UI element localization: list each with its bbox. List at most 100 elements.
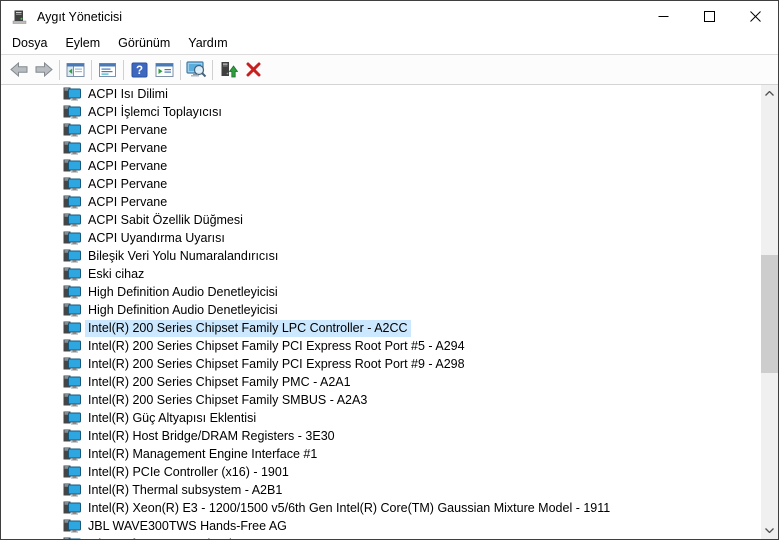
minimize-icon [658, 16, 668, 17]
toolbar-separator [91, 59, 92, 80]
device-tree-item[interactable]: Intel(R) 200 Series Chipset Family LPC C… [1, 319, 761, 337]
system-device-icon [63, 105, 81, 119]
properties-button[interactable] [95, 57, 120, 82]
device-tree-item[interactable]: Intel(R) Güç Altyapısı Eklentisi [1, 409, 761, 427]
device-tree-item[interactable]: Intel(R) 200 Series Chipset Family PMC -… [1, 373, 761, 391]
scroll-up-button[interactable] [761, 85, 778, 102]
device-tree-item[interactable]: Intel(R) PCIe Controller (x16) - 1901 [1, 463, 761, 481]
device-label: High Definition Audio Denetleyicisi [88, 284, 278, 299]
device-tree-item[interactable]: ACPI Pervane [1, 193, 761, 211]
toolbar-separator [180, 59, 181, 80]
device-label: Intel(R) 200 Series Chipset Family PCI E… [88, 356, 465, 371]
maximize-icon [703, 11, 715, 22]
device-tree-item[interactable]: Intel(R) 200 Series Chipset Family PCI E… [1, 355, 761, 373]
device-label: Microsoft ACPI-Uyumlu Sistem [85, 536, 262, 540]
back-button[interactable] [6, 57, 31, 82]
system-device-icon [63, 141, 81, 155]
system-device-icon [63, 501, 81, 515]
help-icon: ? [131, 62, 148, 77]
device-tree-item[interactable]: ACPI Sabit Özellik Düğmesi [1, 211, 761, 229]
uninstall-x-icon [246, 62, 261, 77]
svg-text:?: ? [136, 65, 143, 77]
back-arrow-icon [9, 62, 27, 77]
device-manager-window: Aygıt Yöneticisi Dosya Eylem Görünüm Yar… [0, 0, 779, 540]
device-label: Intel(R) 200 Series Chipset Family LPC C… [85, 319, 411, 337]
device-label: High Definition Audio Denetleyicisi [88, 302, 278, 317]
device-tree-item[interactable]: High Definition Audio Denetleyicisi [1, 283, 761, 301]
device-tree-item[interactable]: ACPI Pervane [1, 175, 761, 193]
minimize-button[interactable] [640, 1, 686, 32]
maximize-button[interactable] [686, 1, 732, 32]
device-label: ACPI Pervane [88, 158, 168, 173]
console-tree-icon [66, 62, 85, 77]
device-tree-item[interactable]: ACPI Pervane [1, 157, 761, 175]
menu-bar: Dosya Eylem Görünüm Yardım [1, 32, 778, 54]
device-tree-item[interactable]: ACPI İşlemci Toplayıcısı [1, 103, 761, 121]
device-label: ACPI Pervane [88, 140, 168, 155]
system-device-icon [63, 519, 81, 533]
menu-dosya[interactable]: Dosya [3, 33, 56, 53]
update-driver-button[interactable] [216, 57, 241, 82]
device-label: Bileşik Veri Yolu Numaralandırıcısı [88, 248, 279, 263]
device-tree-item[interactable]: ACPI Pervane [1, 121, 761, 139]
system-device-icon [63, 339, 81, 353]
toolbar-separator [212, 59, 213, 80]
device-label: Intel(R) Xeon(R) E3 - 1200/1500 v5/6th G… [88, 500, 611, 515]
chevron-up-icon [765, 91, 774, 96]
menu-gorunum[interactable]: Görünüm [109, 33, 179, 53]
window-title: Aygıt Yöneticisi [37, 9, 123, 24]
uninstall-device-button[interactable] [241, 57, 266, 82]
toolbar: ? [1, 54, 778, 85]
device-tree-item[interactable]: ACPI Uyandırma Uyarısı [1, 229, 761, 247]
device-tree-item[interactable]: Intel(R) Host Bridge/DRAM Registers - 3E… [1, 427, 761, 445]
scroll-thumb[interactable] [761, 255, 778, 373]
device-tree-item[interactable]: High Definition Audio Denetleyicisi [1, 301, 761, 319]
device-tree-item[interactable]: JBL WAVE300TWS Hands-Free AG [1, 517, 761, 535]
device-label: Intel(R) PCIe Controller (x16) - 1901 [88, 464, 289, 479]
device-tree-item[interactable]: Intel(R) 200 Series Chipset Family PCI E… [1, 337, 761, 355]
chevron-down-icon [765, 528, 774, 533]
system-device-icon [63, 231, 81, 245]
system-device-icon [63, 195, 81, 209]
device-label: Intel(R) 200 Series Chipset Family SMBUS… [88, 392, 368, 407]
system-device-icon [63, 465, 81, 479]
menu-eylem[interactable]: Eylem [56, 33, 109, 53]
system-device-icon [63, 159, 81, 173]
device-tree-item[interactable]: Intel(R) Xeon(R) E3 - 1200/1500 v5/6th G… [1, 499, 761, 517]
device-label: ACPI Pervane [88, 176, 168, 191]
system-device-icon [63, 429, 81, 443]
device-tree-item[interactable]: ACPI Pervane [1, 139, 761, 157]
device-tree: ACPI Isı Dilimi ACPI İşlemci Toplayıcısı [1, 85, 761, 539]
device-label: Intel(R) 200 Series Chipset Family PMC -… [88, 374, 351, 389]
device-label: ACPI Sabit Özellik Düğmesi [88, 212, 243, 227]
system-device-icon [63, 537, 81, 539]
system-device-icon [63, 177, 81, 191]
device-tree-item[interactable]: Bileşik Veri Yolu Numaralandırıcısı [1, 247, 761, 265]
show-hide-console-tree-button[interactable] [63, 57, 88, 82]
device-label: Intel(R) Güç Altyapısı Eklentisi [88, 410, 257, 425]
vertical-scrollbar[interactable] [761, 85, 778, 539]
close-button[interactable] [732, 1, 778, 32]
system-device-icon [63, 213, 81, 227]
device-tree-item[interactable]: Intel(R) Management Engine Interface #1 [1, 445, 761, 463]
device-tree-item[interactable]: Microsoft ACPI-Uyumlu Sistem [1, 535, 761, 539]
device-label: Intel(R) Management Engine Interface #1 [88, 446, 318, 461]
system-device-icon [63, 123, 81, 137]
scroll-down-button[interactable] [761, 522, 778, 539]
device-tree-item[interactable]: Eski cihaz [1, 265, 761, 283]
system-device-icon [63, 321, 81, 335]
menu-yardim[interactable]: Yardım [179, 33, 236, 53]
device-tree-item[interactable]: ACPI Isı Dilimi [1, 85, 761, 103]
forward-button[interactable] [31, 57, 56, 82]
close-icon [749, 11, 761, 22]
device-tree-item[interactable]: Intel(R) Thermal subsystem - A2B1 [1, 481, 761, 499]
device-label: Intel(R) Thermal subsystem - A2B1 [88, 482, 283, 497]
help-button[interactable]: ? [127, 57, 152, 82]
device-tree-item[interactable]: Intel(R) 200 Series Chipset Family SMBUS… [1, 391, 761, 409]
update-driver-icon [221, 62, 238, 78]
scan-hardware-changes-button[interactable] [184, 57, 209, 82]
toolbar-separator [123, 59, 124, 80]
system-device-icon [63, 393, 81, 407]
scan-hardware-icon [186, 61, 207, 78]
show-hide-action-pane-button[interactable] [152, 57, 177, 82]
